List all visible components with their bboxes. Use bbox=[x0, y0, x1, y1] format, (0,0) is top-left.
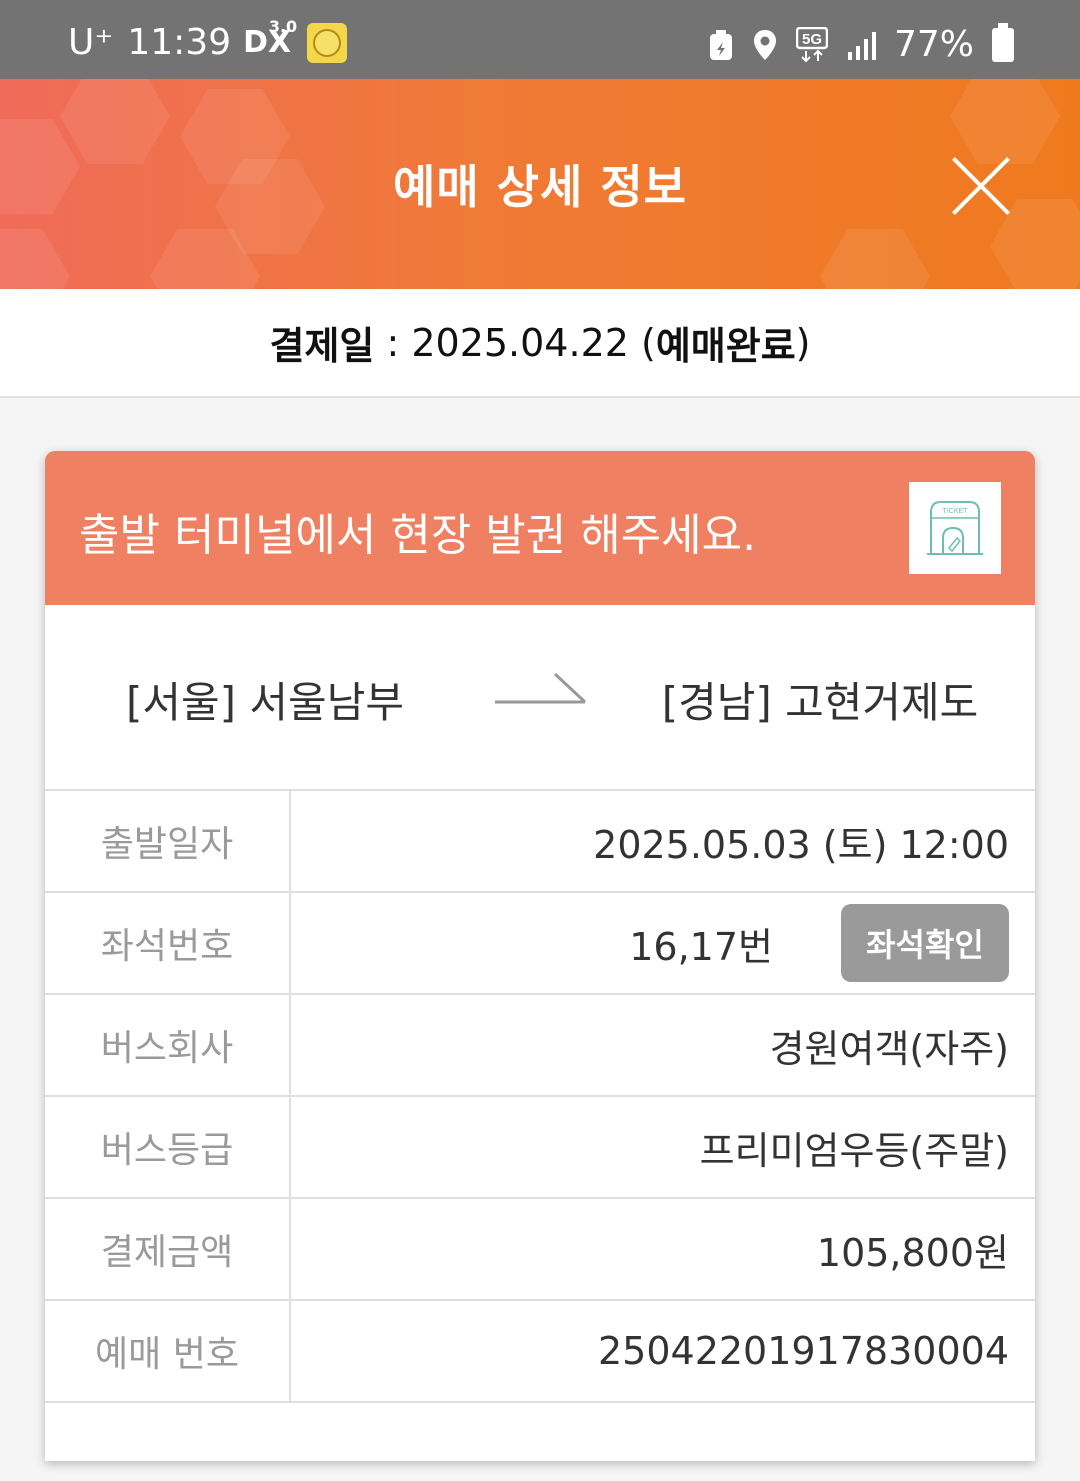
row-label: 좌석번호 bbox=[45, 892, 291, 995]
row-label: 예매 번호 bbox=[45, 1300, 291, 1403]
ticket-notice-bar: 출발 터미널에서 현장 발권 해주세요. TICKET bbox=[45, 451, 1035, 605]
carrier-label: U⁺ bbox=[68, 22, 114, 63]
ticket-card: 출발 터미널에서 현장 발권 해주세요. TICKET [서울] 서울남부 [경… bbox=[45, 451, 1035, 1461]
row-value: 프리미엄우등(주말) bbox=[290, 1096, 1035, 1199]
location-icon bbox=[753, 29, 776, 60]
signal-icon bbox=[847, 31, 876, 60]
ticket-booth-icon: TICKET bbox=[909, 482, 1001, 574]
payment-date-value: 2025.04.22 bbox=[411, 320, 629, 365]
arrow-right-icon bbox=[495, 672, 587, 704]
row-label: 버스회사 bbox=[45, 994, 291, 1097]
row-label: 출발일자 bbox=[45, 791, 291, 893]
page-title: 예매 상세 정보 bbox=[393, 160, 687, 214]
row-value: 2025.05.03 (토) 12:00 bbox=[290, 791, 1035, 893]
clock: 11:39 bbox=[127, 22, 232, 63]
row-value: 25042201917830004 bbox=[290, 1300, 1035, 1403]
dx-icon: DX 3.0 bbox=[243, 17, 297, 60]
table-row-departure-date: 출발일자 2025.05.03 (토) 12:00 bbox=[45, 791, 1035, 893]
arrival-terminal: [경남] 고현거제도 bbox=[661, 678, 979, 727]
5g-icon: 5G bbox=[795, 26, 828, 62]
payment-date-label: 결제일 bbox=[269, 324, 375, 368]
ticket-icon-text: TICKET bbox=[943, 508, 969, 515]
row-label: 버스등급 bbox=[45, 1096, 291, 1199]
battery-icon bbox=[992, 22, 1014, 62]
table-row-bus-grade: 버스등급 프리미엄우등(주말) bbox=[45, 1096, 1035, 1199]
seat-check-button[interactable]: 좌석확인 bbox=[841, 904, 1009, 982]
table-row-reservation-number: 예매 번호 25042201917830004 bbox=[45, 1300, 1035, 1403]
payment-date-bar: 결제일 : 2025.04.22 ( 예매완료 ) bbox=[0, 289, 1080, 398]
page-header: 예매 상세 정보 bbox=[0, 79, 1080, 289]
app-icon bbox=[307, 22, 348, 63]
payment-separator: : bbox=[374, 320, 412, 365]
status-bar: U⁺ 11:39 DX 3.0 5G 77% bbox=[0, 0, 1080, 79]
table-row-payment-amount: 결제금액 105,800원 bbox=[45, 1198, 1035, 1301]
battery-percent: 77% bbox=[893, 24, 974, 65]
ticket-info-table: 출발일자 2025.05.03 (토) 12:00 좌석번호 16,17번 좌석… bbox=[45, 791, 1035, 1403]
close-icon[interactable] bbox=[948, 153, 1014, 219]
row-value: 105,800원 bbox=[290, 1198, 1035, 1301]
table-row-seat: 좌석번호 16,17번 좌석확인 bbox=[45, 892, 1035, 995]
row-label: 결제금액 bbox=[45, 1198, 291, 1301]
route-section: [서울] 서울남부 [경남] 고현거제도 bbox=[45, 605, 1035, 791]
dx-version: 3.0 bbox=[268, 17, 298, 36]
seat-number: 16,17번 bbox=[629, 924, 773, 969]
cast-icon bbox=[709, 29, 732, 60]
payment-status-open: ( bbox=[628, 320, 656, 365]
row-value: 경원여객(자주) bbox=[290, 994, 1035, 1097]
svg-text:5G: 5G bbox=[802, 31, 822, 48]
table-row-bus-company: 버스회사 경원여객(자주) bbox=[45, 994, 1035, 1097]
ticket-notice: 출발 터미널에서 현장 발권 해주세요. bbox=[79, 510, 757, 561]
payment-status: 예매완료 bbox=[655, 324, 796, 368]
payment-status-close: ) bbox=[795, 320, 811, 365]
departure-terminal: [서울] 서울남부 bbox=[126, 678, 404, 727]
